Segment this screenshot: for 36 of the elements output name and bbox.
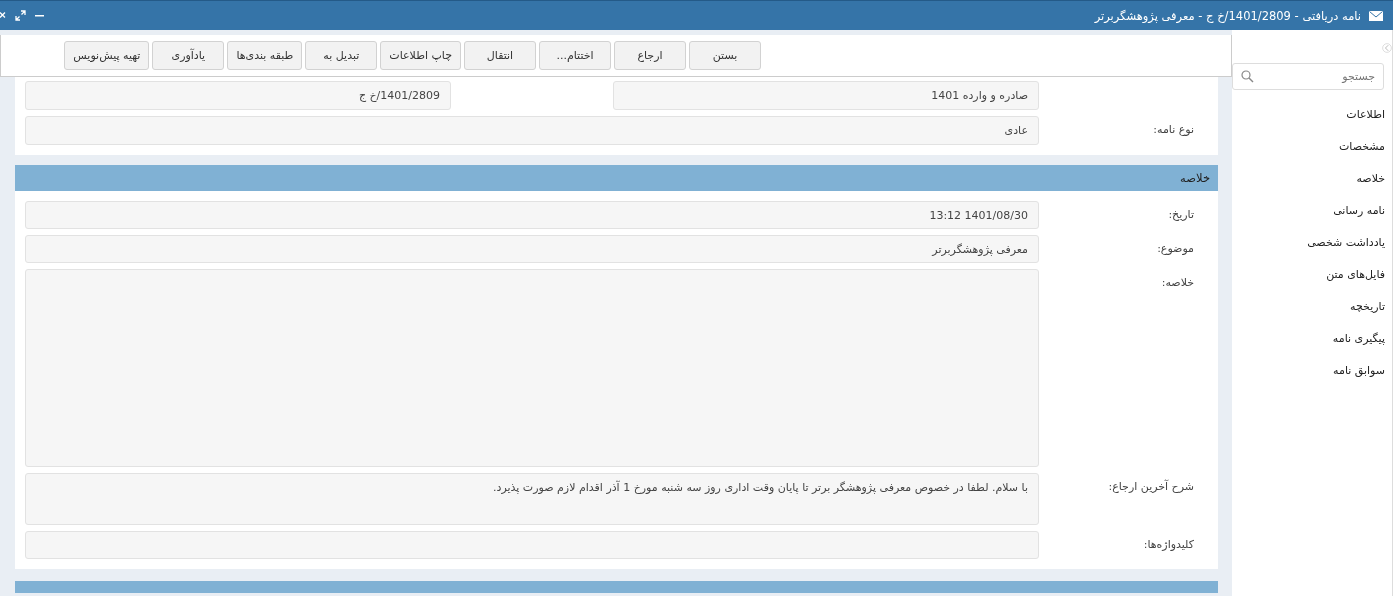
section-header: خلاصه (15, 165, 1218, 191)
field-label: خلاصه: (1160, 275, 1195, 289)
toolbar-button[interactable]: انتقال (464, 41, 536, 70)
letter-type-field: عادی (25, 116, 1039, 145)
search-icon (1241, 70, 1254, 83)
sidebar-item[interactable]: یادداشت شخصی (1307, 227, 1385, 259)
sidebar-item[interactable]: تاریخچه (1350, 291, 1385, 323)
field-label: تاریخ: (1167, 207, 1195, 221)
sidebar-item[interactable]: مشخصات (1338, 131, 1385, 163)
envelope-icon (1369, 10, 1383, 21)
toolbar-button[interactable]: ارجاع (614, 41, 686, 70)
search-field[interactable]: جستجو (1232, 63, 1384, 90)
toolbar-button[interactable]: اختتام... (539, 41, 611, 70)
toolbar-button[interactable]: تهیه پیش‌نویس (64, 41, 150, 70)
sidebar-item[interactable]: فایل‌های متن (1326, 259, 1385, 291)
letter-number-field: 1401/2809/خ ج (25, 81, 451, 110)
toolbar-button[interactable]: تبدیل به (305, 41, 378, 70)
sidebar-item[interactable]: سوابق نامه (1333, 355, 1385, 387)
field-label: نوع نامه: (1152, 122, 1195, 136)
field-label: شرح آخرین ارجاع: (1107, 478, 1195, 493)
indicator-field: صادره و وارده 1401 (613, 81, 1039, 110)
text-area: با سلام. لطفا در خصوص معرفی پژوهشگر برتر تا پایان وقت اداری روز سه شنبه مورخ 1 آذر اقدام لازم صورت پذیرد. (25, 473, 1039, 525)
maximize-icon[interactable] (15, 10, 26, 21)
window-title: نامه دریافتی - 1401/2809/خ ج - معرفی پژوهشگربرتر (1094, 8, 1361, 23)
toolbar-button[interactable]: بستن (689, 41, 761, 70)
close-icon[interactable] (0, 11, 6, 20)
field-label: کلیدواژه‌ها: (1142, 537, 1195, 551)
minimize-icon[interactable] (35, 14, 44, 17)
field-label: موضوع: (1156, 241, 1195, 255)
sidebar-item[interactable]: پیگیری نامه (1332, 323, 1385, 355)
toolbar-button[interactable]: چاپ اطلاعات (380, 41, 461, 70)
toolbar-button[interactable]: یادآوری (152, 41, 225, 70)
sidebar-item[interactable]: خلاصه (1356, 163, 1385, 195)
toolbar-button[interactable]: طبقه بندی‌ها (227, 41, 303, 70)
sidebar-item[interactable]: نامه رسانی (1333, 195, 1385, 227)
sidebar-item[interactable]: اطلاعات (1346, 99, 1385, 131)
